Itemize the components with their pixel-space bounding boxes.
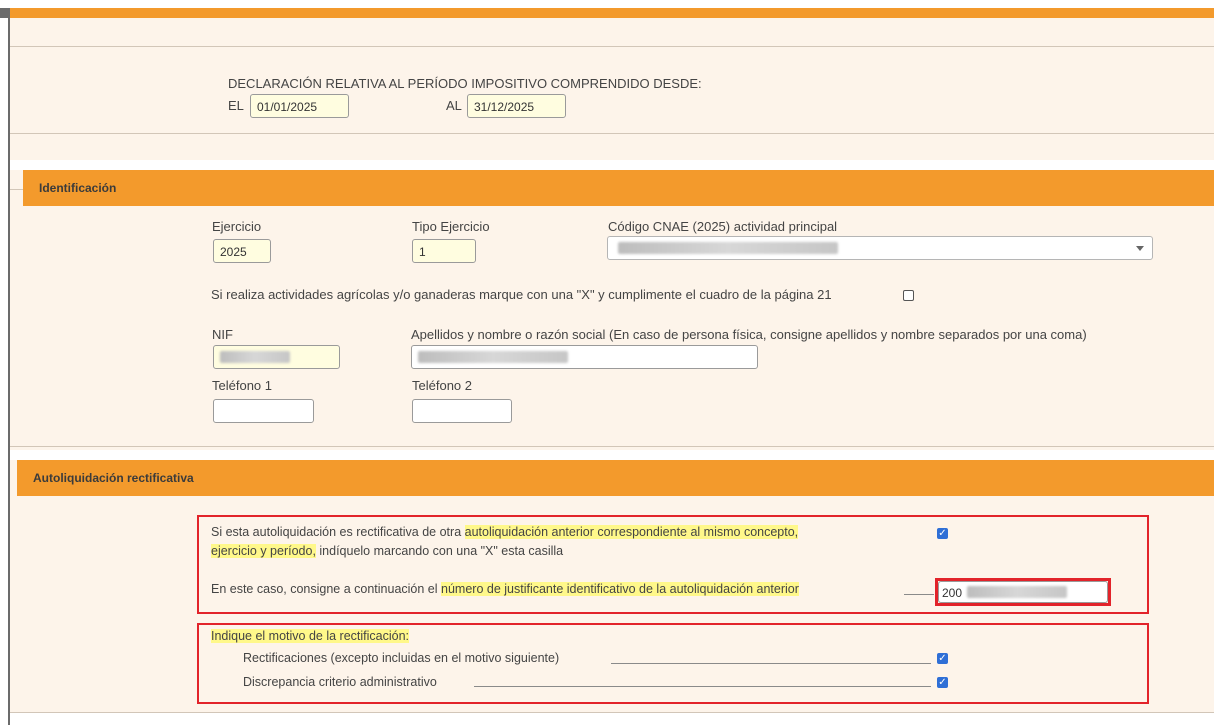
rectificativa-question: Si esta autoliquidación es rectificativa… (211, 525, 799, 539)
justificante-value: 200 (942, 586, 963, 600)
q2-highlight: número de justificante identificativo de… (441, 582, 799, 596)
redacted-value (220, 351, 290, 363)
header-tick (10, 189, 23, 190)
identificacion-header: Identificación (23, 170, 1214, 206)
leader-line (904, 594, 934, 595)
to-date-field[interactable]: 31/12/2025 (467, 94, 566, 118)
redacted-value (618, 242, 838, 254)
cnae-label: Código CNAE (2025) actividad principal (608, 219, 838, 234)
tipo-ejercicio-label: Tipo Ejercicio (412, 219, 490, 234)
telefono2-label: Teléfono 2 (412, 378, 472, 393)
tipo-ejercicio-field[interactable]: 1 (412, 239, 476, 263)
identificacion-title: Identificación (39, 181, 117, 195)
justificante-field[interactable]: 200 (938, 581, 1108, 603)
motivo1-checkbox[interactable]: ✓ (937, 653, 948, 664)
agricola-text: Si realiza actividades agrícolas y/o gan… (211, 287, 832, 302)
divider (10, 46, 1214, 47)
justificante-question: En este caso, consigne a continuación el… (211, 582, 799, 596)
form-page: DECLARACIÓN RELATIVA AL PERÍODO IMPOSITI… (0, 0, 1214, 725)
rectificativa-checkbox[interactable]: ✓ (937, 528, 948, 539)
q1-part1: Si esta autoliquidación es rectificativa… (211, 525, 465, 539)
q2-part1: En este caso, consigne a continuación el (211, 582, 442, 596)
telefono2-field[interactable] (412, 399, 512, 423)
ejercicio-label: Ejercicio (212, 219, 262, 234)
divider (10, 446, 1214, 447)
cnae-select[interactable] (607, 236, 1153, 260)
motivo-label-text: Indique el motivo de la rectificación: (211, 629, 410, 643)
telefono1-label: Teléfono 1 (212, 378, 272, 393)
from-date-field[interactable]: 01/01/2025 (250, 94, 349, 118)
apellidos-field[interactable] (411, 345, 758, 369)
nif-label: NIF (212, 327, 233, 342)
q1-highlight1: autoliquidación anterior correspondiente… (464, 525, 799, 539)
motivo2-label: Discrepancia criterio administrativo (243, 675, 437, 689)
motivo-label: Indique el motivo de la rectificación: (211, 629, 410, 643)
nif-field[interactable] (213, 345, 340, 369)
motivo1-label: Rectificaciones (excepto incluidas en el… (243, 651, 560, 665)
telefono1-field[interactable] (213, 399, 314, 423)
leader-line (611, 663, 931, 664)
q1-highlight2: ejercicio y período, (211, 544, 316, 558)
to-label: AL (446, 98, 462, 113)
redacted-value (967, 586, 1067, 598)
top-orange-bar (10, 8, 1214, 18)
apellidos-label: Apellidos y nombre o razón social (En ca… (411, 327, 1087, 342)
ejercicio-field[interactable]: 2025 (213, 239, 271, 263)
chevron-down-icon[interactable] (1136, 246, 1144, 251)
rectificativa-header: Autoliquidación rectificativa (17, 460, 1214, 496)
redacted-value (418, 351, 568, 363)
rectificativa-question-line2: ejercicio y período, indíquelo marcando … (211, 544, 563, 558)
rectificativa-title: Autoliquidación rectificativa (33, 471, 194, 485)
q1-part2: indíquelo marcando con una "X" esta casi… (315, 544, 564, 558)
agricola-checkbox[interactable] (903, 290, 914, 301)
identificacion-panel (10, 170, 1214, 450)
leader-line (474, 686, 931, 687)
motivo2-checkbox[interactable]: ✓ (937, 677, 948, 688)
divider (10, 133, 1214, 134)
period-label: DECLARACIÓN RELATIVA AL PERÍODO IMPOSITI… (228, 76, 702, 91)
divider (10, 712, 1214, 713)
from-label: EL (228, 98, 244, 113)
